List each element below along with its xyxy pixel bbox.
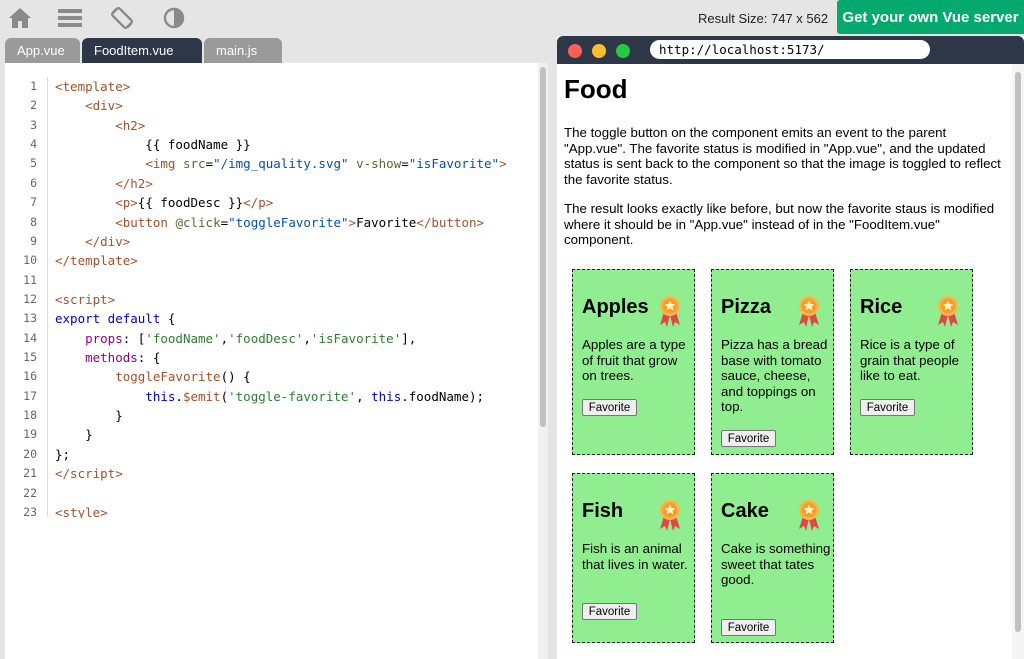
code-line: <button @click="toggleFavorite">Favorite… — [115, 214, 485, 230]
code-line: this.$emit('toggle-favorite', this.foodN… — [145, 388, 485, 404]
code-line: <template> — [55, 79, 131, 94]
food-card-fish: Fish Fish is an animal that lives in wat… — [572, 473, 695, 643]
code-line: </div> — [85, 233, 131, 249]
food-card-rice: Rice Rice is a type of grain that people… — [850, 269, 973, 455]
code-line: <h2> — [115, 117, 146, 133]
home-icon[interactable] — [7, 6, 33, 30]
favorite-button[interactable]: Favorite — [582, 399, 637, 416]
favorite-button[interactable]: Favorite — [721, 430, 776, 447]
food-name: Rice — [860, 296, 903, 318]
menu-icon[interactable] — [57, 6, 83, 30]
code-line: </h2> — [115, 175, 153, 191]
maximize-dot-icon — [616, 44, 630, 58]
food-name: Cake — [721, 500, 769, 522]
minimize-dot-icon — [592, 44, 606, 58]
browser-chrome: http://localhost:5173/ — [557, 36, 1024, 64]
tab-fooditem-vue[interactable]: FoodItem.vue — [82, 38, 202, 63]
favorite-button[interactable]: Favorite — [721, 619, 776, 636]
code-line: } — [55, 408, 123, 424]
get-vue-server-button[interactable]: Get your own Vue server — [837, 0, 1024, 34]
intro-paragraph-1: The toggle button on the component emits… — [564, 125, 1001, 187]
tab-app-vue[interactable]: App.vue — [5, 38, 80, 63]
favorite-medal-icon — [797, 294, 821, 328]
food-description: Rice is a type of grain that people like… — [860, 337, 960, 383]
result-browser: http://localhost:5173/ Food The toggle b… — [557, 36, 1024, 659]
food-card-pizza: Pizza Pizza has a bread base with tomato… — [711, 269, 834, 455]
code-line: <img src="/img_quality.svg" v-show="isFa… — [145, 156, 507, 172]
intro-paragraph-2: The result looks exactly like before, bu… — [564, 201, 995, 247]
food-card-apples: Apples Apples are a type of fruit that g… — [572, 269, 695, 455]
code-line: <script> — [55, 291, 116, 307]
browser-scrollbar-thumb[interactable] — [1015, 72, 1021, 632]
rendered-page: Food The toggle button on the component … — [557, 64, 1012, 659]
address-bar[interactable]: http://localhost:5173/ — [650, 40, 930, 59]
code-line: </template> — [55, 253, 138, 269]
code-line: props: ['foodName','foodDesc','isFavorit… — [85, 330, 417, 346]
favorite-medal-icon — [658, 498, 682, 532]
result-size-label: Result Size: 747 x 562 — [698, 11, 829, 26]
code-line: methods: { — [85, 350, 161, 366]
editor-scrollbar[interactable] — [538, 63, 548, 659]
food-description: Apples are a type of fruit that grow on … — [582, 337, 686, 383]
favorite-button[interactable]: Favorite — [860, 399, 915, 416]
tab-main-js[interactable]: main.js — [204, 38, 282, 63]
page-title: Food — [564, 74, 628, 104]
close-dot-icon — [568, 44, 582, 58]
code-line: {{ foodName }} — [55, 137, 251, 153]
code-line: toggleFavorite() { — [115, 369, 251, 385]
food-name: Pizza — [721, 296, 772, 318]
food-description: Cake is something sweet that tates good. — [721, 541, 831, 587]
food-description: Fish is an animal that lives in water. — [582, 541, 688, 572]
file-tabs: App.vue FoodItem.vue main.js — [5, 36, 548, 63]
code-line: <p>{{ foodDesc }}</p> — [115, 195, 274, 211]
code-line: } — [55, 427, 93, 443]
code-editor: App.vue FoodItem.vue main.js 1 2 3 4 5 6… — [5, 36, 548, 659]
favorite-medal-icon — [797, 498, 821, 532]
code-line: <div> — [85, 98, 123, 114]
code-text-area[interactable]: 1 2 3 4 5 6 7 8 9 10 11 12 13 14 15 16 1… — [5, 63, 537, 518]
code-line: </script> — [55, 466, 123, 482]
code-line: <style> — [55, 504, 108, 518]
code-line: export default { — [55, 311, 176, 327]
code-line: }; — [55, 446, 71, 462]
food-description: Pizza has a bread base with tomato sauce… — [721, 337, 828, 414]
contrast-icon[interactable] — [161, 6, 187, 30]
rotate-icon[interactable] — [109, 6, 135, 30]
favorite-medal-icon — [936, 294, 960, 328]
editor-scrollbar-thumb[interactable] — [540, 67, 546, 427]
line-number-gutter: 1 2 3 4 5 6 7 8 9 10 11 12 13 14 15 16 1… — [23, 79, 37, 518]
food-name: Fish — [582, 500, 624, 522]
code-lines: <template> <div> <h2> {{ foodName }} <im… — [55, 77, 507, 518]
editor-empty-area — [5, 518, 538, 659]
gutter-divider — [47, 77, 48, 517]
browser-scrollbar[interactable] — [1012, 64, 1024, 659]
top-toolbar: Result Size: 747 x 562 Get your own Vue … — [0, 0, 1024, 36]
food-card-cake: Cake Cake is something sweet that tates … — [711, 473, 834, 643]
favorite-button[interactable]: Favorite — [582, 603, 637, 620]
favorite-medal-icon — [658, 294, 682, 328]
food-name: Apples — [582, 296, 649, 318]
